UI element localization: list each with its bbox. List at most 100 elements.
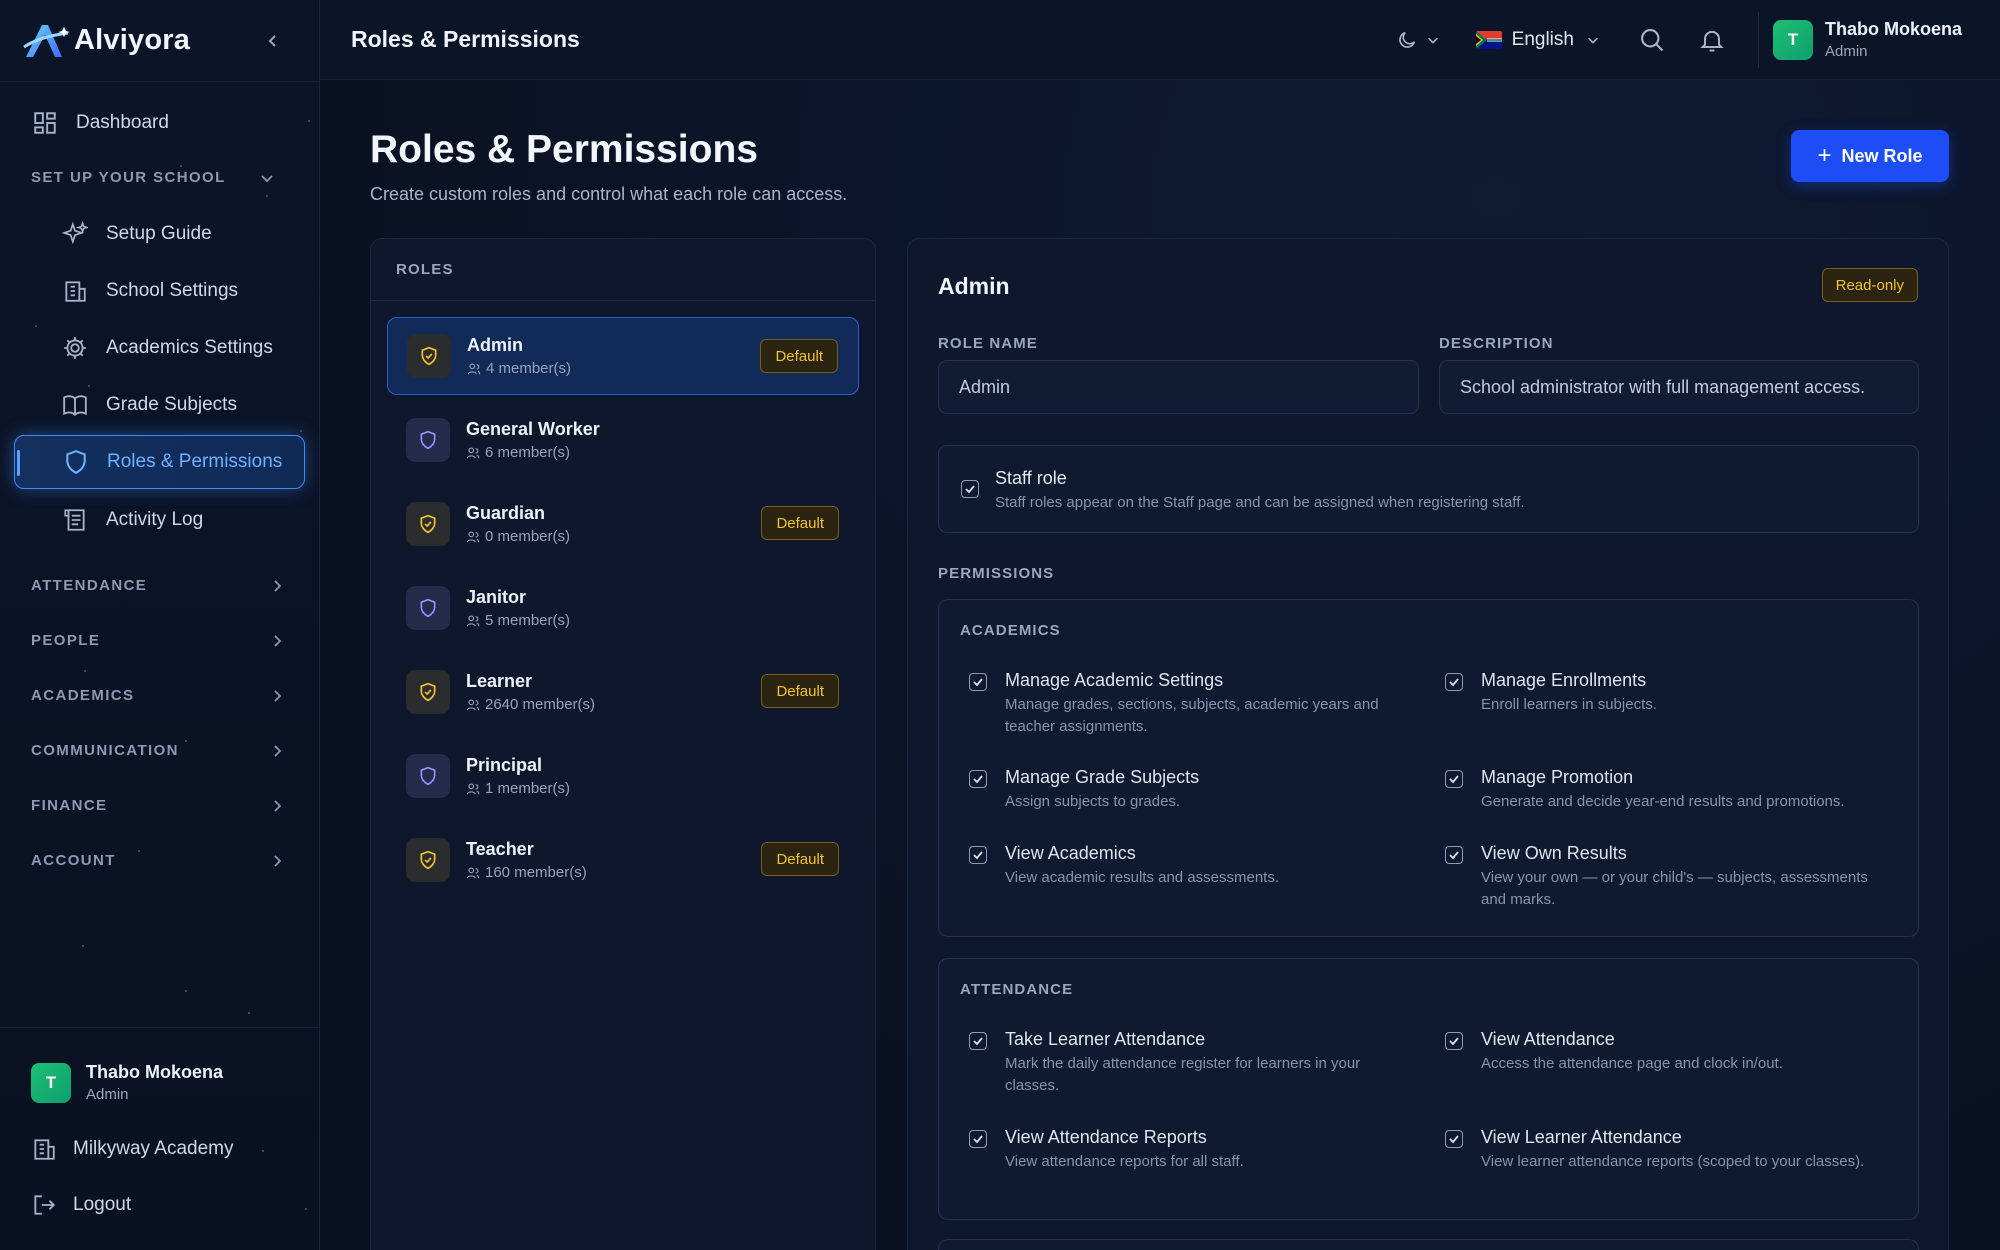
permission-checkbox[interactable] [969,770,987,788]
permission-checkbox[interactable] [969,1032,987,1050]
section-attendance[interactable]: ATTENDANCE [0,558,319,613]
permission-item: View Attendance Access the attendance pa… [1445,1029,1885,1075]
star-dot [82,945,84,947]
permission-checkbox[interactable] [1445,1032,1463,1050]
shield-icon [421,346,437,366]
star-dot [180,165,182,167]
school-name: Milkyway Academy [73,1138,234,1159]
star-dot [35,325,37,327]
chevron-right-icon [274,689,282,702]
sidebar-footer: T Thabo Mokoena Admin Milkyway Academy L… [0,1027,320,1250]
topbar: Roles & Permissions English T Thabo Moko… [320,0,2000,80]
role-shield-icon [407,334,451,378]
permission-group-academics: ACADEMICS Manage Academic Settings Manag… [938,599,1919,937]
shield-icon [420,850,436,870]
sidebar-item-setup-guide[interactable]: Setup Guide [0,205,319,262]
star-dot [248,1012,250,1014]
permission-checkbox[interactable] [1445,846,1463,864]
shield-icon [66,450,86,474]
dashboard-icon [34,112,56,134]
role-item[interactable]: Admin 4 member(s) Default [387,317,859,395]
member-count-text: 0 member(s) [485,528,571,545]
members-icon [466,867,480,878]
staff-role-checkbox[interactable] [961,480,979,498]
permission-checkbox[interactable] [969,1130,987,1148]
sidebar-item-school-settings[interactable]: School Settings [0,262,319,319]
role-item[interactable]: Guardian 0 member(s) Default [387,485,859,563]
book-icon [63,394,87,416]
role-item[interactable]: Teacher 160 member(s) Default [387,821,859,899]
permission-checkbox[interactable] [1445,1130,1463,1148]
collapse-sidebar-button[interactable] [259,27,287,55]
role-item[interactable]: Learner 2640 member(s) Default [387,653,859,731]
section-label: FINANCE [31,797,108,814]
permission-item: View Learner Attendance View learner att… [1445,1127,1885,1173]
section-label: ATTENDANCE [31,577,148,594]
sidebar-item-label: Roles & Permissions [107,451,283,472]
role-text: Principal 1 member(s) [466,755,570,797]
role-detail-title: Admin [938,273,1010,299]
role-name: General Worker [466,419,600,439]
permission-checkbox[interactable] [1445,770,1463,788]
role-member-count: 160 member(s) [466,864,587,881]
bell-icon[interactable] [1698,26,1726,54]
chevron-down-icon [261,174,273,182]
section-finance[interactable]: FINANCE [0,778,319,833]
sidebar-item-activity-log[interactable]: Activity Log [0,491,319,548]
new-role-button[interactable]: + New Role [1791,130,1949,182]
sidebar-item-label: Dashboard [76,112,169,133]
members-icon [466,447,480,458]
logout-button[interactable]: Logout [0,1177,320,1233]
sidebar-item-roles-permissions[interactable]: Roles & Permissions [14,435,305,489]
sidebar-item-academics-settings[interactable]: Academics Settings [0,319,319,376]
permission-checkbox[interactable] [1445,673,1463,691]
role-item[interactable]: General Worker 6 member(s) [387,401,859,479]
sidebar-user[interactable]: T Thabo Mokoena Admin [0,1028,320,1121]
permission-checkbox[interactable] [969,846,987,864]
permission-description: Access the attendance page and clock in/… [1481,1055,1783,1072]
sidebar-item-label: School Settings [106,279,239,301]
permission-checkbox[interactable] [969,673,987,691]
check-icon [973,1135,983,1144]
role-text: Admin 4 member(s) [467,335,571,377]
section-people[interactable]: PEOPLE [0,613,319,668]
description-input[interactable]: School administrator with full managemen… [1439,360,1919,414]
logo-icon [23,24,70,57]
language-selector[interactable]: English [1475,29,1600,51]
chevron-right-icon [274,854,282,867]
role-text: Janitor 5 member(s) [466,587,570,629]
check-icon [1449,1135,1459,1144]
sparkles-icon [62,220,88,244]
chevron-right-icon [274,744,282,757]
section-communication[interactable]: COMMUNICATION [0,723,319,778]
sidebar-item-label: Grade Subjects [106,393,237,415]
user-role: Admin [1824,43,1868,60]
logout-label: Logout [73,1194,132,1215]
user-menu[interactable]: T Thabo Mokoena Admin [1757,11,1962,68]
section-account[interactable]: ACCOUNT [0,833,319,888]
permissions-label: PERMISSIONS [938,565,1055,582]
role-member-count: 2640 member(s) [466,696,595,713]
permission-description: Mark the daily attendance register for l… [1005,1055,1361,1094]
permission-group-next [938,1239,1919,1250]
role-item[interactable]: Janitor 5 member(s) [387,569,859,647]
role-name-input[interactable]: Admin [938,360,1419,414]
plus-icon: + [1817,142,1832,169]
search-icon[interactable] [1638,26,1666,54]
sidebar-item-grade-subjects[interactable]: Grade Subjects [0,376,319,433]
role-member-count: 5 member(s) [466,612,570,629]
sidebar-item-dashboard[interactable]: Dashboard [0,96,319,150]
role-text: Guardian 0 member(s) [466,503,570,545]
members-icon [466,783,480,794]
topbar-title: Roles & Permissions [351,26,580,52]
section-setup[interactable]: SET UP YOUR SCHOOL [0,150,319,205]
role-item[interactable]: Principal 1 member(s) [387,737,859,815]
check-icon [1449,678,1459,687]
star-dot [138,850,140,852]
theme-toggle-button[interactable] [1396,29,1440,51]
school-switcher[interactable]: Milkyway Academy [0,1121,320,1177]
permission-description: View academic results and assessments. [1005,869,1280,886]
check-icon [1449,851,1459,860]
section-academics[interactable]: ACADEMICS [0,668,319,723]
role-member-count: 0 member(s) [466,528,570,545]
